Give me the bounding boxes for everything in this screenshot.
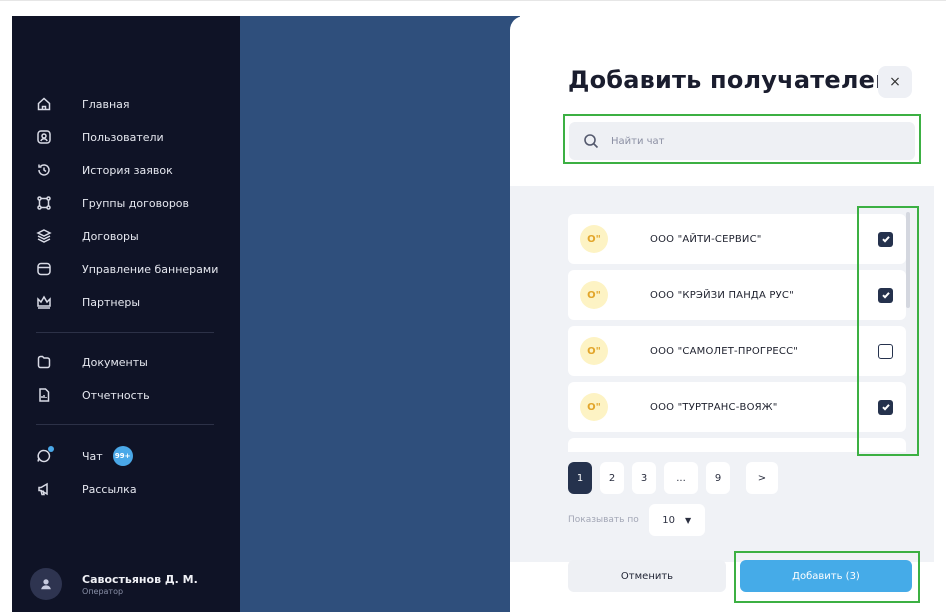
checkbox-highlight: [857, 206, 919, 456]
sidebar-item-banners[interactable]: Управление баннерами: [36, 257, 218, 281]
company-logo: O": [580, 281, 608, 309]
close-button[interactable]: ×: [878, 66, 912, 98]
company-name: ООО "САМОЛЕТ-ПРОГРЕСС": [650, 345, 799, 357]
report-icon: [36, 387, 52, 403]
folder-icon: [36, 354, 52, 370]
cancel-button[interactable]: Отменить: [568, 560, 726, 592]
sidebar-item-label: Документы: [82, 355, 148, 369]
page-button[interactable]: 3: [632, 462, 656, 494]
per-page-control: Показывать по 10 ▼: [568, 504, 705, 536]
banner-icon: [36, 261, 52, 277]
sidebar-item-label: Главная: [82, 97, 130, 111]
list-item[interactable]: O" ООО "САМОЛЕТ-ПРОГРЕСС": [568, 326, 906, 376]
sidebar-item-label: Договоры: [82, 229, 139, 243]
company-name: ООО "ТУРТРАНС-ВОЯЖ": [650, 401, 778, 413]
user-name: Савостьянов Д. М.: [82, 572, 198, 586]
home-icon: [36, 96, 52, 112]
sidebar-item-label: Отчетность: [82, 388, 150, 402]
chat-icon: [36, 446, 54, 464]
user-role: Оператор: [82, 586, 124, 596]
sidebar-item-chat[interactable]: Чат 99+: [36, 444, 133, 468]
notification-dot: [48, 446, 54, 452]
chevron-right-icon: >: [757, 472, 767, 484]
per-page-value: 10: [662, 514, 676, 526]
layers-icon: [36, 228, 52, 244]
app-frame: Главная Пользователи История заявок Груп…: [12, 16, 934, 612]
sidebar-item-documents[interactable]: Документы: [36, 350, 148, 374]
company-logo: O": [580, 393, 608, 421]
page-ellipsis[interactable]: ...: [664, 462, 698, 494]
user-profile[interactable]: Савостьянов Д. М. Оператор: [30, 568, 198, 600]
group-icon: [36, 195, 52, 211]
list-item-partial: [568, 438, 906, 452]
page-button[interactable]: 9: [706, 462, 730, 494]
page-button-current[interactable]: 1: [568, 462, 592, 494]
next-page-button[interactable]: >: [746, 462, 778, 494]
megaphone-icon: [36, 481, 52, 497]
sidebar-item-label: Управление баннерами: [82, 262, 219, 276]
avatar: [30, 568, 62, 600]
sidebar-item-label: Пользователи: [82, 130, 164, 144]
history-icon: [36, 162, 52, 178]
sidebar-item-mailing[interactable]: Рассылка: [36, 477, 137, 501]
list-item[interactable]: O" ООО "ТУРТРАНС-ВОЯЖ": [568, 382, 906, 432]
company-logo: O": [580, 337, 608, 365]
modal-title: Добавить получателей: [568, 66, 893, 94]
sidebar-item-history[interactable]: История заявок: [36, 158, 173, 182]
sidebar-item-label: Чат: [82, 449, 103, 463]
list-item[interactable]: O" ООО "КРЭЙЗИ ПАНДА РУС": [568, 270, 906, 320]
sidebar-item-users[interactable]: Пользователи: [36, 125, 164, 149]
user-icon: [41, 579, 51, 590]
sidebar-item-contracts[interactable]: Договоры: [36, 224, 139, 248]
sidebar-item-partners[interactable]: Партнеры: [36, 290, 140, 314]
sidebar-item-label: Партнеры: [82, 295, 141, 309]
per-page-select[interactable]: 10 ▼: [648, 504, 705, 536]
sidebar-item-label: История заявок: [82, 163, 173, 177]
company-name: ООО "АЙТИ-СЕРВИС": [650, 233, 762, 245]
add-button-highlight: [734, 551, 920, 603]
unread-badge: 99+: [112, 446, 133, 466]
page-button[interactable]: 2: [600, 462, 624, 494]
sidebar-divider: [36, 332, 214, 333]
company-name: ООО "КРЭЙЗИ ПАНДА РУС": [650, 289, 794, 301]
company-logo: O": [580, 225, 608, 253]
add-recipients-modal: Добавить получателей × O" ООО "АЙТИ-СЕРВ…: [510, 16, 934, 612]
sidebar-item-label: Рассылка: [82, 482, 137, 496]
list-item[interactable]: O" ООО "АЙТИ-СЕРВИС": [568, 214, 906, 264]
sidebar-item-reports[interactable]: Отчетность: [36, 383, 150, 407]
per-page-label: Показывать по: [568, 515, 639, 525]
sidebar-item-contract-groups[interactable]: Группы договоров: [36, 191, 189, 215]
sidebar-item-home[interactable]: Главная: [36, 92, 130, 116]
close-icon: ×: [889, 74, 901, 90]
modal-backdrop[interactable]: [240, 16, 520, 612]
user-card-icon: [36, 129, 52, 145]
search-highlight: [563, 114, 921, 164]
sidebar-divider: [36, 424, 214, 425]
sidebar-item-label: Группы договоров: [82, 196, 190, 210]
sidebar: Главная Пользователи История заявок Груп…: [12, 16, 240, 612]
crown-icon: [36, 294, 52, 310]
pagination: 1 2 3 ... 9 >: [568, 462, 786, 494]
chevron-down-icon: ▼: [685, 515, 692, 525]
